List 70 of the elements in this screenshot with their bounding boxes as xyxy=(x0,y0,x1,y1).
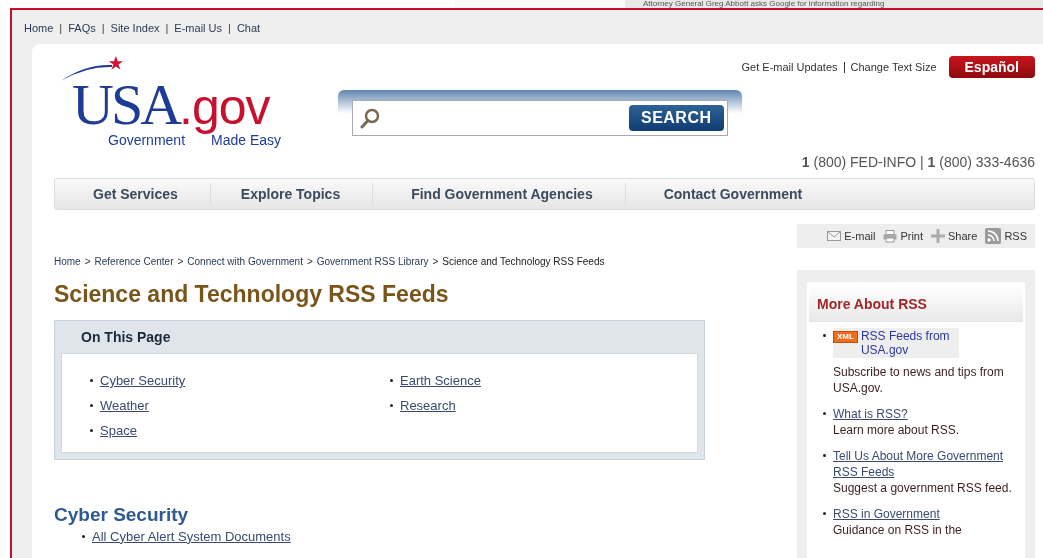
breadcrumb-separator: > xyxy=(84,256,91,267)
logo-swoosh-icon xyxy=(60,56,125,82)
top-nav-link[interactable]: E-mail Us xyxy=(174,22,223,34)
top-nav-link[interactable]: Site Index xyxy=(110,22,160,34)
section-heading: Cyber Security xyxy=(54,504,190,526)
anchor-link[interactable]: Space xyxy=(100,423,137,438)
language-button[interactable]: Español xyxy=(948,56,1035,78)
breadcrumb-current: Science and Technology RSS Feeds xyxy=(442,256,605,267)
search-button[interactable]: SEARCH xyxy=(628,105,724,131)
logo-wordmark: USA xyxy=(72,82,180,128)
breadcrumb-separator: > xyxy=(432,256,439,267)
top-nav-link[interactable]: FAQs xyxy=(68,22,96,34)
sidebar-link[interactable]: Tell Us About More Government RSS Feeds xyxy=(833,448,1023,480)
bullet-icon xyxy=(823,454,826,457)
panel-heading: On This Page xyxy=(80,328,172,347)
breadcrumb-link[interactable]: Government RSS Library xyxy=(316,256,429,267)
share-tool-link[interactable]: Share xyxy=(931,228,978,244)
utility-link[interactable]: Change Text Size xyxy=(850,61,937,73)
link-description: Subscribe to news and tips from USA.gov. xyxy=(833,364,1005,396)
logo-tagline: Government xyxy=(108,132,186,148)
breadcrumb-separator: > xyxy=(177,256,184,267)
bullet-icon xyxy=(390,379,393,382)
rss-icon xyxy=(985,228,1002,244)
bullet-icon xyxy=(823,334,826,337)
link-separator: | xyxy=(228,22,231,34)
feed-link[interactable]: RSS Feeds from USA.gov xyxy=(860,329,951,357)
bullet-icon xyxy=(823,512,826,515)
top-nav-link[interactable]: Chat xyxy=(236,22,261,34)
main-nav-tab[interactable]: Get Services xyxy=(55,183,211,205)
news-caption: Attorney General Greg Abbott asks Google for information regarding xyxy=(643,0,885,8)
xml-badge: XML xyxy=(833,331,858,343)
utility-link[interactable]: Get E-mail Updates xyxy=(741,61,838,73)
top-nav-link[interactable]: Home xyxy=(24,22,54,34)
plus-icon xyxy=(931,229,945,243)
search-field[interactable]: SEARCH xyxy=(351,100,728,136)
bullet-icon xyxy=(90,429,93,432)
breadcrumb-link[interactable]: Home xyxy=(54,256,81,267)
printer-icon xyxy=(883,229,898,243)
feed-link[interactable]: All Cyber Alert System Documents xyxy=(92,528,291,544)
sidebar-link[interactable]: RSS in Government xyxy=(833,506,1023,522)
page-title: Science and Technology RSS Feeds xyxy=(54,281,450,308)
share-tool-link[interactable]: RSS xyxy=(985,228,1027,244)
breadcrumb-separator: > xyxy=(306,256,313,267)
bullet-icon xyxy=(390,404,393,407)
main-nav-tab[interactable]: Contact Government xyxy=(625,183,835,205)
main-nav-tab[interactable]: Find Government Agencies xyxy=(373,183,626,205)
share-tool-link[interactable]: Print xyxy=(883,228,923,244)
bullet-icon xyxy=(823,412,826,415)
main-nav-tab[interactable]: Explore Topics xyxy=(210,183,374,205)
phone-numbers: 1 (800) FED-INFO | 1 (800) 333-4636 xyxy=(801,154,1035,170)
link-separator: | xyxy=(59,22,63,34)
search-icon xyxy=(358,107,381,129)
anchor-link[interactable]: Weather xyxy=(100,398,149,413)
logo-tagline: Made Easy xyxy=(211,132,282,148)
sidebar-link[interactable]: What is RSS? xyxy=(833,406,1023,422)
anchor-link[interactable]: Earth Science xyxy=(400,373,481,388)
breadcrumb-link[interactable]: Connect with Government xyxy=(187,256,303,267)
link-separator: | xyxy=(165,22,169,34)
breadcrumb-link[interactable]: Reference Center xyxy=(94,256,174,267)
link-separator: | xyxy=(101,22,105,34)
anchor-link[interactable]: Cyber Security xyxy=(100,373,186,388)
bullet-icon xyxy=(90,404,93,407)
link-description: Guidance on RSS in the xyxy=(833,522,963,538)
share-tool-link[interactable]: E-mail xyxy=(827,228,876,244)
envelope-icon xyxy=(827,230,842,242)
bullet-icon xyxy=(90,379,93,382)
bullet-icon xyxy=(82,534,85,538)
anchor-link[interactable]: Research xyxy=(400,398,456,413)
link-description: Learn more about RSS. xyxy=(833,422,961,438)
link-description: Suggest a government RSS feed. xyxy=(833,480,1013,496)
